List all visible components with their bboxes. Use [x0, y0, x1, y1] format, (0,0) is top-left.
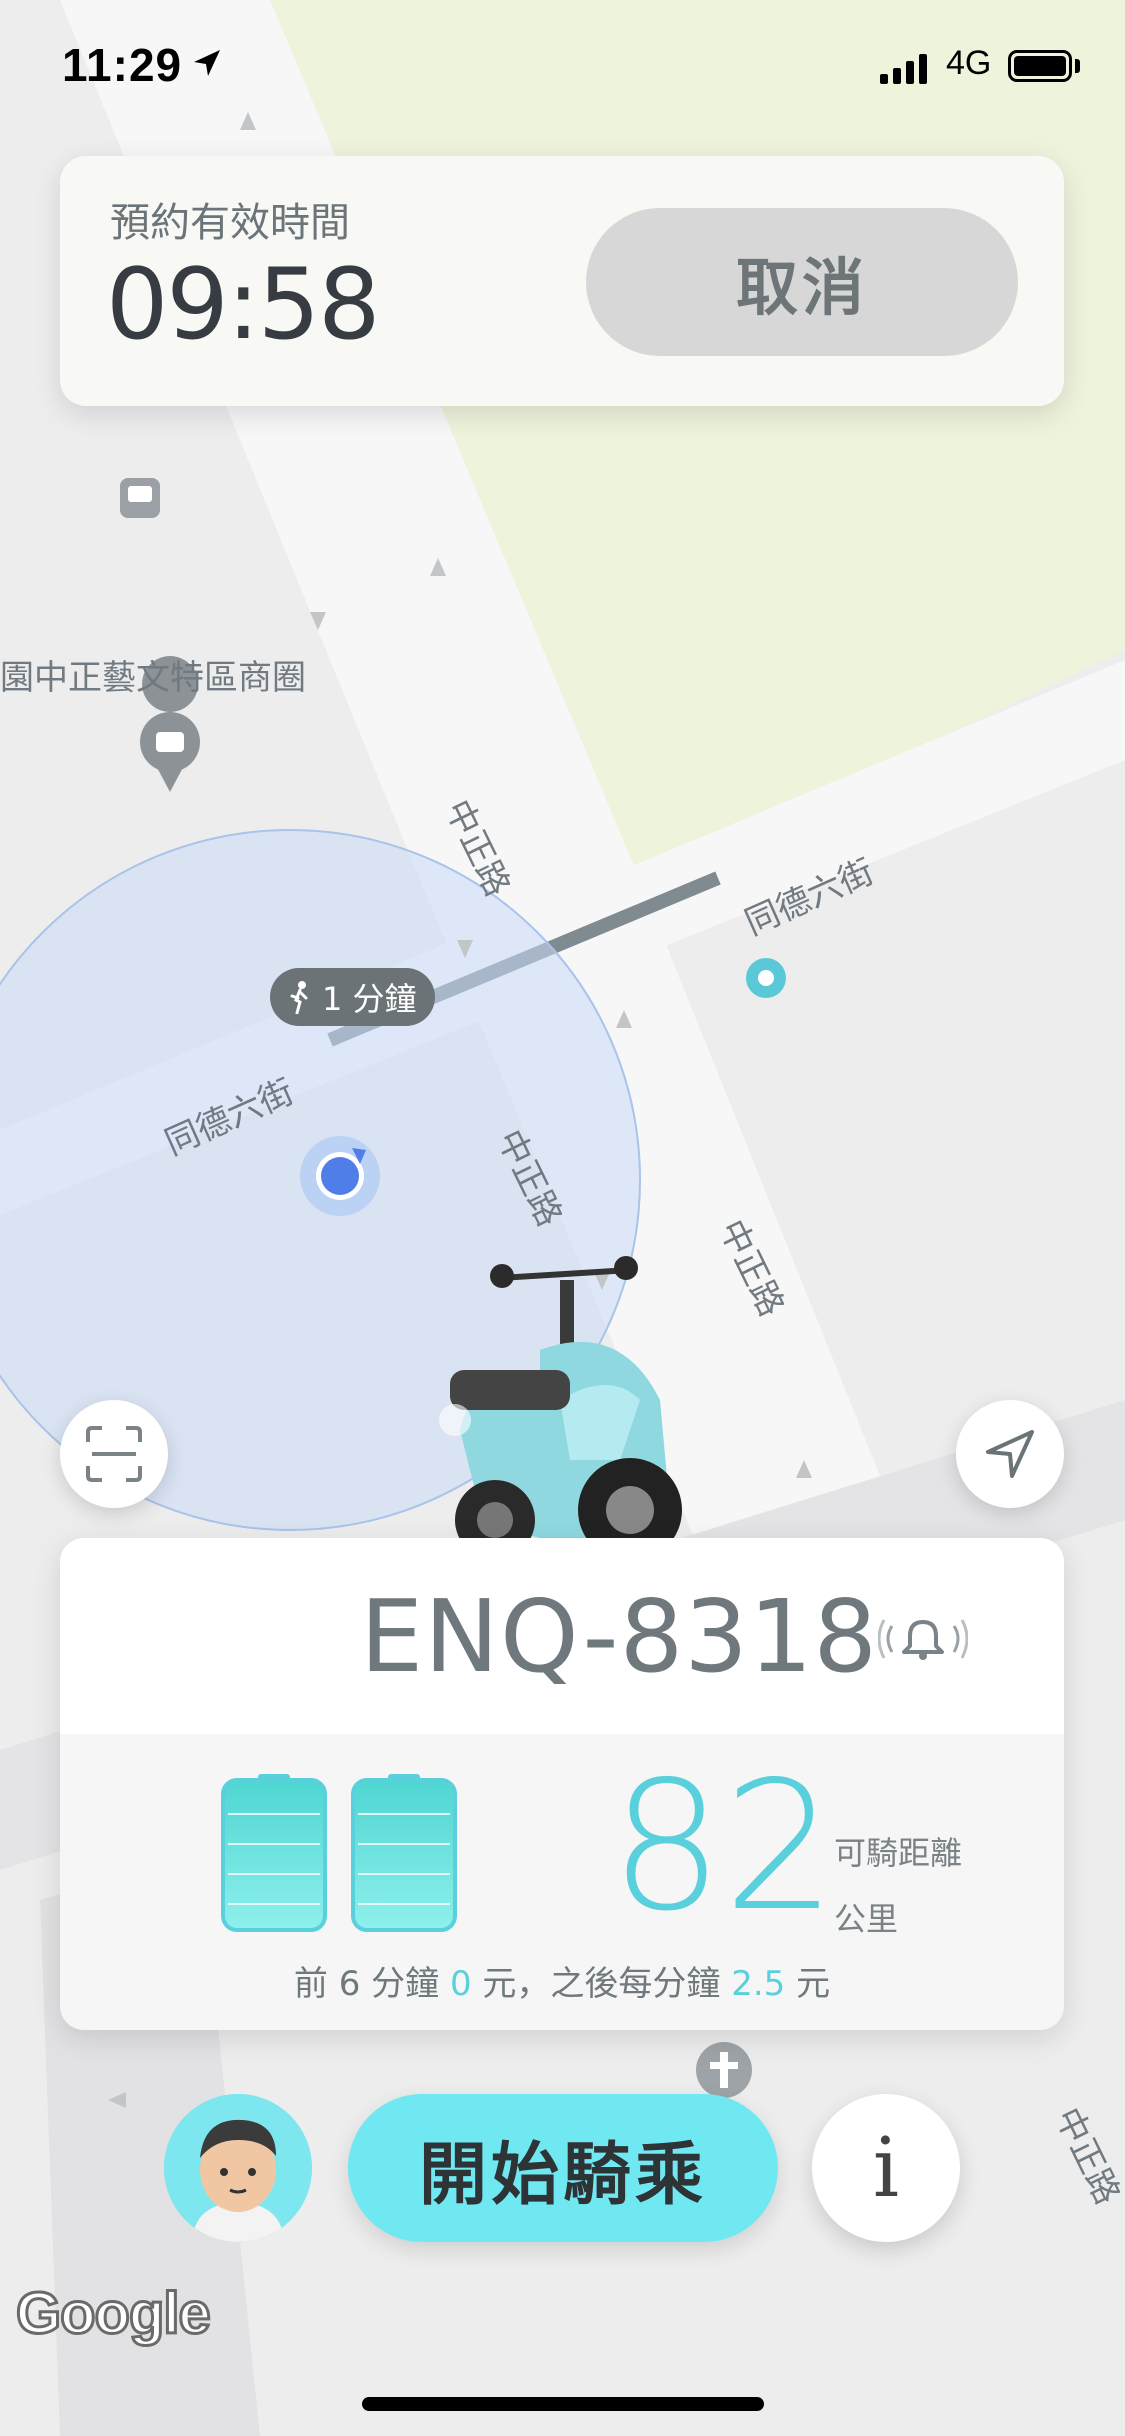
price-prefix: 前 6 分鐘 [293, 1964, 450, 2004]
ring-bell-icon[interactable] [878, 1614, 968, 1664]
status-time: 11:29 [62, 39, 183, 91]
start-ride-button[interactable]: 開始騎乘 [348, 2094, 778, 2242]
avatar [164, 2094, 312, 2242]
google-logo: Google [15, 2280, 213, 2348]
cellular-signal-icon [880, 48, 927, 84]
battery-pack-1-icon [221, 1774, 327, 1932]
scan-button[interactable] [60, 1400, 168, 1508]
range-label: 可騎距離 [834, 1834, 963, 1872]
battery-pack-2-icon [351, 1774, 457, 1932]
info-button[interactable]: i [812, 2094, 960, 2242]
scooter-image [439, 1256, 690, 1578]
scooter-card: ENQ-8318 82 可騎距離 公里 前 6 分鐘 0 元，之後每分鐘 2.5… [60, 1538, 1064, 2030]
home-indicator [362, 2397, 764, 2411]
profile-avatar-button[interactable] [164, 2094, 312, 2242]
walk-time-text: 1 分鐘 [322, 980, 417, 1018]
price-per-minute: 2.5 [731, 1964, 786, 2004]
network-type: 4G [946, 44, 992, 82]
plate-number: ENQ-8318 [360, 1578, 879, 1695]
reservation-label: 預約有效時間 [110, 200, 350, 246]
reservation-countdown: 09:58 [106, 248, 380, 362]
price-middle: 元，之後每分鐘 [471, 1964, 732, 2004]
price-suffix: 元 [785, 1964, 831, 2004]
scan-icon [86, 1426, 142, 1482]
range-value: 82 [610, 1743, 837, 1950]
walking-person-icon [290, 981, 308, 1014]
locate-me-button[interactable] [956, 1400, 1064, 1508]
battery-icon [1008, 50, 1072, 82]
navigation-arrow-icon [986, 1430, 1034, 1478]
map-poi-label: 園中正藝文特區商圈 [0, 658, 306, 698]
location-arrow-icon [194, 50, 220, 76]
price-first-amount: 0 [449, 1964, 472, 2004]
status-bar: 11:29 4G [0, 0, 1125, 130]
reservation-card: 預約有效時間 09:58 取消 [60, 156, 1064, 406]
price-info: 前 6 分鐘 0 元，之後每分鐘 2.5 元 [60, 1956, 1064, 2005]
walk-time-badge: 1 分鐘 [270, 968, 435, 1026]
range-unit: 公里 [834, 1900, 899, 1938]
cancel-button[interactable]: 取消 [586, 208, 1018, 356]
battery-tip [1075, 59, 1080, 73]
